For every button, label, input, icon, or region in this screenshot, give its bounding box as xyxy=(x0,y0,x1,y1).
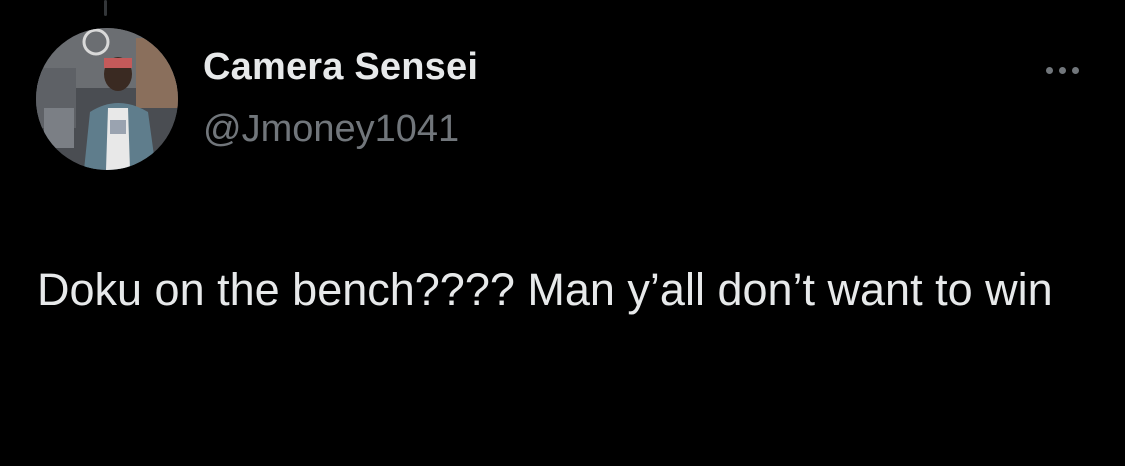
more-horizontal-icon-dot xyxy=(1071,66,1079,74)
more-horizontal-icon xyxy=(1045,66,1053,74)
avatar[interactable] xyxy=(36,28,178,170)
more-horizontal-icon-dot xyxy=(1058,66,1066,74)
tweet-text: Doku on the bench???? Man y’all don’t wa… xyxy=(37,264,1053,315)
more-options-button[interactable] xyxy=(1036,56,1088,84)
thread-connector-line xyxy=(104,0,107,16)
profile-photo-icon xyxy=(36,28,178,170)
author-display-name[interactable]: Camera Sensei xyxy=(203,46,478,89)
author-handle[interactable]: @Jmoney1041 xyxy=(203,108,459,151)
